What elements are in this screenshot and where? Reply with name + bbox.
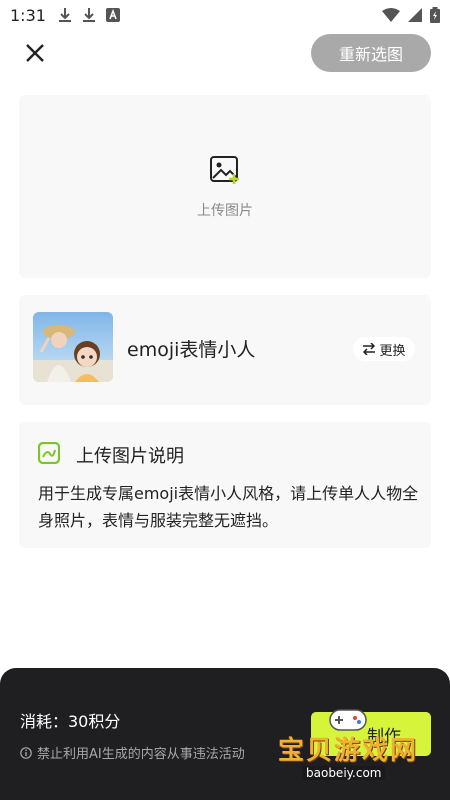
instructions-title: 上传图片说明 [76, 446, 184, 467]
watermark-url: baobeiy.com [302, 766, 386, 780]
top-bar: 重新选图 [0, 34, 450, 74]
wifi-icon [382, 8, 400, 22]
upload-instructions-card: 上传图片说明 用于生成专属emoji表情小人风格，请上传单人人物全身照片，表情与… [19, 422, 431, 548]
style-thumbnail [33, 312, 113, 382]
reselect-image-button[interactable]: 重新选图 [311, 34, 431, 72]
download-icon [58, 8, 71, 22]
style-card: emoji表情小人 更换 [19, 295, 431, 405]
points-cost: 消耗：30积分 [20, 712, 121, 731]
swap-icon [363, 343, 376, 355]
info-icon [20, 746, 32, 759]
change-style-label: 更换 [379, 343, 406, 359]
signal-icon [408, 8, 422, 22]
style-name: emoji表情小人 [127, 339, 256, 361]
image-info-icon [38, 442, 60, 464]
legal-notice: 禁止利用AI生成的内容从事违法活动 [20, 743, 245, 762]
status-bar: 1:31 [0, 0, 450, 30]
battery-icon [430, 7, 440, 23]
download-icon [82, 8, 95, 22]
change-style-button[interactable]: 更换 [353, 337, 415, 361]
add-image-icon [210, 155, 239, 184]
notification-app-icon [105, 8, 120, 22]
watermark-text: 宝贝游戏网 [278, 736, 419, 766]
watermark: 宝贝游戏网 baobeiy.com [270, 700, 440, 790]
close-icon [26, 44, 44, 62]
status-time: 1:31 [10, 5, 46, 25]
upload-label: 上传图片 [197, 202, 253, 219]
instructions-body: 用于生成专属emoji表情小人风格，请上传单人人物全身照片，表情与服装完整无遮挡… [38, 484, 419, 530]
upload-image-area[interactable]: 上传图片 [19, 95, 431, 278]
close-button[interactable] [20, 38, 50, 68]
legal-notice-text: 禁止利用AI生成的内容从事违法活动 [37, 747, 245, 762]
